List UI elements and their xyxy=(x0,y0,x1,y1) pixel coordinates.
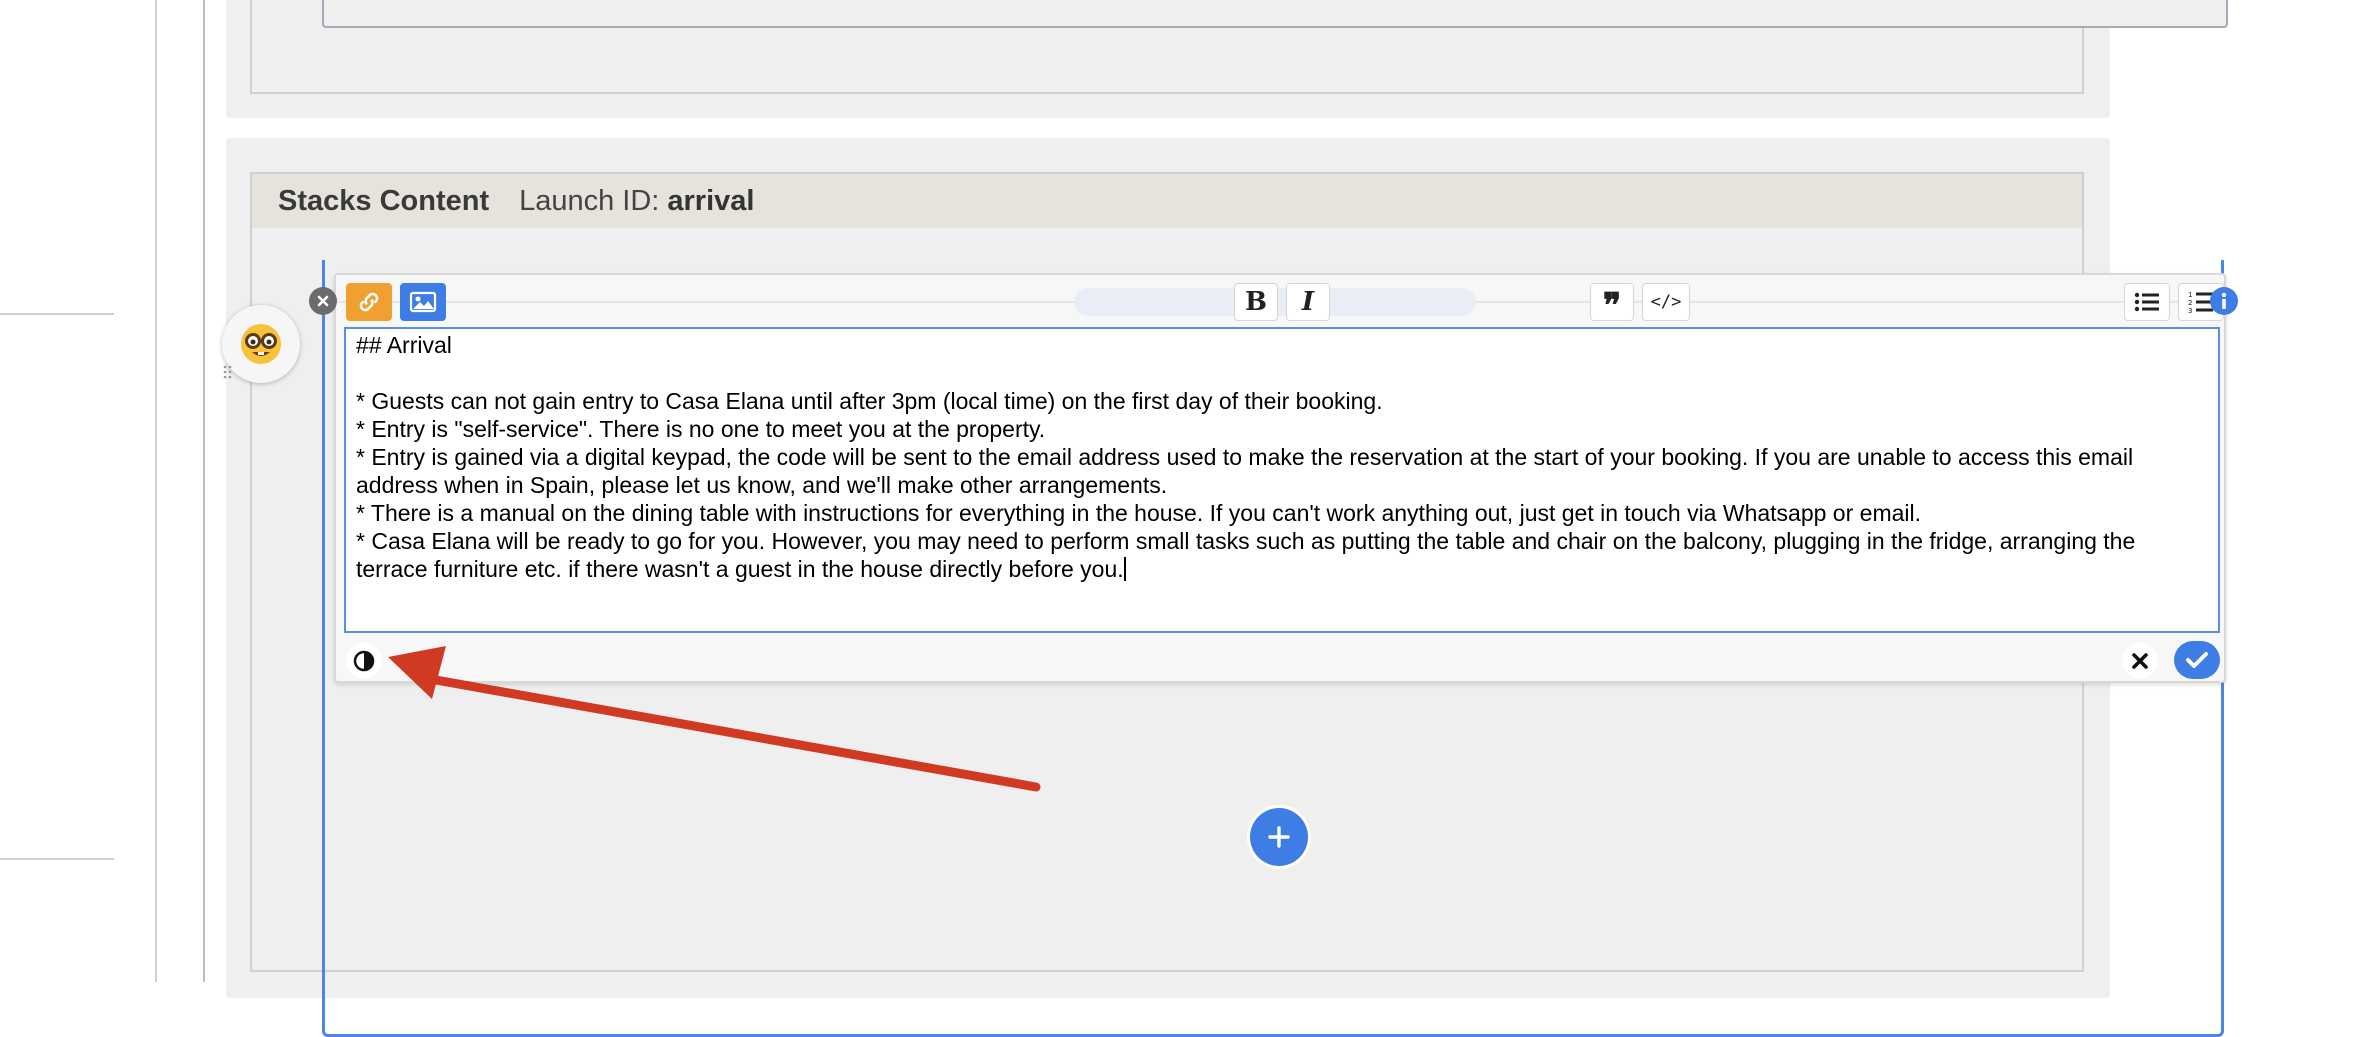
launch-id-value: arrival xyxy=(667,184,755,217)
cancel-edit-button[interactable] xyxy=(2122,643,2158,679)
svg-text:1: 1 xyxy=(2188,291,2192,299)
sidebar-divider xyxy=(0,858,114,860)
remove-stack-button[interactable] xyxy=(309,287,337,315)
editor-text-line: * Entry is gained via a digital keypad, … xyxy=(356,444,2140,498)
info-button[interactable] xyxy=(2210,287,2238,315)
sidebar-divider xyxy=(0,313,114,315)
plus-icon xyxy=(1268,826,1290,848)
contrast-toggle-button[interactable] xyxy=(346,643,382,679)
stack-header: Stacks Content Launch ID: arrival xyxy=(252,174,2082,228)
quote-button[interactable]: ❞ xyxy=(1590,283,1634,326)
markdown-textarea[interactable]: ## Arrival * Guests can not gain entry t… xyxy=(344,327,2220,633)
launch-id-label: Launch ID: xyxy=(519,184,660,217)
add-stack-button[interactable] xyxy=(1250,808,1308,866)
bold-button[interactable]: B xyxy=(1234,283,1278,321)
image-icon xyxy=(409,291,437,313)
stack-title: Stacks Content xyxy=(278,184,490,217)
save-edit-button[interactable] xyxy=(2174,641,2220,679)
text-caret xyxy=(1123,557,1126,581)
sidebar xyxy=(0,0,157,982)
insert-image-button[interactable] xyxy=(400,283,446,321)
markdown-editor: B I ❞ </> 1 2 3 ## Arrival * Guests can … xyxy=(334,273,2226,683)
editor-text-line xyxy=(356,359,2208,387)
info-icon xyxy=(2221,292,2227,309)
editor-text-line: * There is a manual on the dining table … xyxy=(356,500,1921,526)
code-button[interactable]: </> xyxy=(1642,283,1690,321)
contrast-icon xyxy=(353,650,375,672)
editor-text-line: * Entry is "self-service". There is no o… xyxy=(356,416,1046,442)
previous-stack-editor[interactable] xyxy=(322,0,2228,28)
remove-icon xyxy=(317,295,329,307)
drag-handle-icon[interactable] xyxy=(222,364,234,380)
close-icon xyxy=(2132,653,2148,669)
italic-button[interactable]: I xyxy=(1286,283,1330,321)
editor-text-line: ## Arrival xyxy=(356,332,452,358)
bullet-list-icon xyxy=(2134,292,2159,312)
editor-text-line: * Casa Elana will be ready to go for you… xyxy=(356,528,2142,582)
check-icon xyxy=(2186,652,2208,668)
svg-text:2: 2 xyxy=(2188,299,2192,307)
insert-link-button[interactable] xyxy=(346,283,392,321)
content-border xyxy=(203,0,205,982)
nerd-face-emoji-icon xyxy=(241,324,281,364)
bullet-list-button[interactable] xyxy=(2124,283,2170,321)
editor-text-line: * Guests can not gain entry to Casa Elan… xyxy=(356,388,1383,414)
svg-text:3: 3 xyxy=(2188,307,2192,314)
link-icon xyxy=(359,292,379,312)
